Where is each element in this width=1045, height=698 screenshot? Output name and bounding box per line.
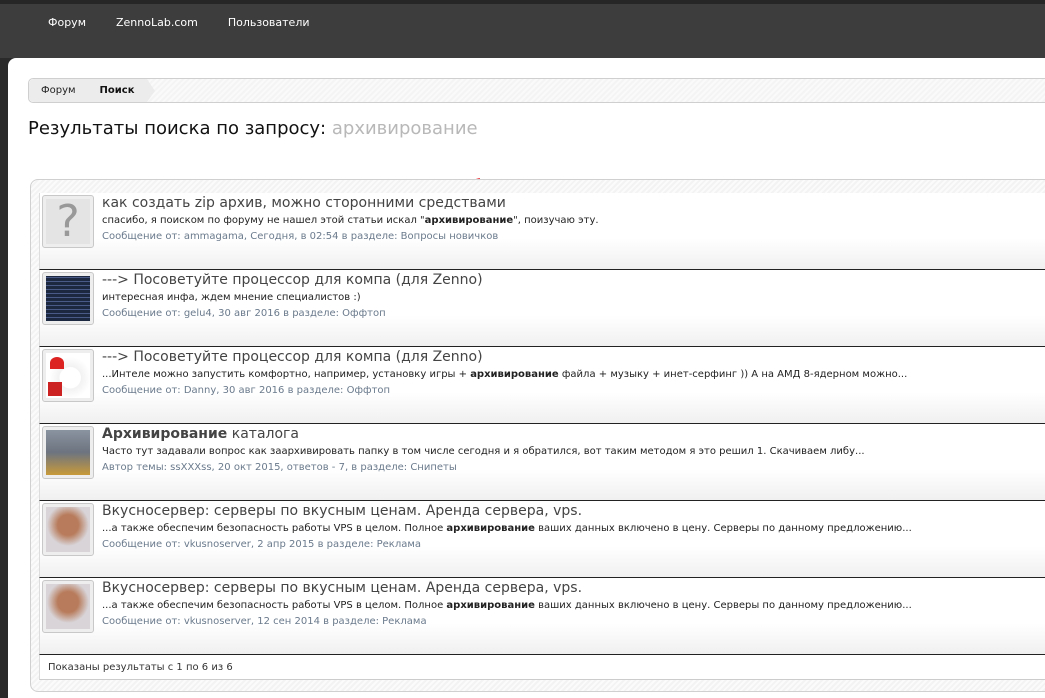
result-title[interactable]: ---> Посоветуйте процессор для компа (дл…	[102, 272, 483, 288]
breadcrumb: Форум Поиск	[28, 78, 1045, 103]
breadcrumb-forum[interactable]: Форум	[29, 79, 100, 102]
snippet-highlight: архивирование	[446, 523, 535, 534]
result-title[interactable]: Вкусносервер: серверы по вкусным ценам. …	[102, 503, 912, 519]
nav-forum[interactable]: Форум	[48, 16, 86, 29]
result-row: Вкусносервер: серверы по вкусным ценам. …	[39, 501, 1045, 578]
search-query: архивирование	[331, 118, 478, 139]
snippet-text: интересная инфа, ждем мнение специалисто…	[102, 292, 361, 303]
snippet-text: ваших данных включено в цену. Серверы по…	[534, 523, 912, 534]
result-title[interactable]: Вкусносервер: серверы по вкусным ценам. …	[102, 580, 912, 596]
result-snippet: Часто тут задавали вопрос как заархивиро…	[102, 446, 865, 457]
result-row: ---> Посоветуйте процессор для компа (дл…	[39, 347, 1045, 424]
content-panel: Форум Поиск Результаты поиска по запросу…	[8, 58, 1045, 698]
snippet-highlight: архивирование	[470, 369, 559, 380]
result-meta: Сообщение от: Danny, 30 авг 2016 в разде…	[102, 385, 391, 396]
result-meta: Сообщение от: ammagama, Сегодня, в 02:54…	[102, 231, 499, 242]
result-title[interactable]: Архивирование каталога	[102, 426, 865, 442]
title-text: ---> Посоветуйте процессор для компа (дл…	[102, 272, 483, 288]
result-title[interactable]: как создать zip архив, можно сторонними …	[102, 195, 599, 211]
result-meta: Автор темы: ssXXXss, 20 окт 2015, ответо…	[102, 462, 457, 473]
snippet-text: спасибо, я поиском по форуму не нашел эт…	[102, 215, 425, 226]
breadcrumb-search[interactable]: Поиск	[91, 79, 155, 102]
page-title: Результаты поиска по запросу: архивирова…	[28, 118, 478, 139]
title-text: как создать zip архив, можно сторонними …	[102, 195, 506, 211]
result-meta: Сообщение от: gelu4, 30 авг 2016 в разде…	[102, 308, 386, 319]
result-row: Архивирование каталога Часто тут задавал…	[39, 424, 1045, 501]
snippet-highlight: архивирование	[446, 600, 535, 611]
results-count: Показаны результаты с 1 по 6 из 6	[39, 655, 1045, 680]
puppy-avatar[interactable]	[42, 349, 94, 402]
search-results: ? как создать zip архив, можно сторонним…	[30, 179, 1045, 692]
title-text: ---> Посоветуйте процессор для компа (дл…	[102, 349, 483, 365]
title-text: каталога	[227, 426, 299, 442]
snippet-text: файла + музыку + инет-серфинг )) А на АМ…	[558, 369, 908, 380]
snippet-text: ", поизучаю эту.	[513, 215, 599, 226]
result-meta: Сообщение от: vkusnoserver, 2 апр 2015 в…	[102, 539, 422, 550]
result-meta: Сообщение от: vkusnoserver, 12 сен 2014 …	[102, 616, 427, 627]
snippet-text: ...а также обеспечим безопасность работы…	[102, 523, 447, 534]
result-snippet: ...а также обеспечим безопасность работы…	[102, 600, 912, 611]
result-snippet: ...а также обеспечим безопасность работы…	[102, 523, 912, 534]
top-navigation: Форум ZennoLab.com Пользователи	[0, 0, 1045, 58]
snippet-text: ...Интеле можно запустить комфортно, нап…	[102, 369, 471, 380]
matrix-avatar[interactable]	[42, 272, 94, 325]
nav-users[interactable]: Пользователи	[228, 16, 310, 29]
snippet-text: ваших данных включено в цену. Серверы по…	[534, 600, 912, 611]
snippet-text: Часто тут задавали вопрос как заархивиро…	[102, 446, 865, 457]
snippet-highlight: архивирование	[424, 215, 514, 226]
result-row: ---> Посоветуйте процессор для компа (дл…	[39, 270, 1045, 347]
sphynx-cat-avatar[interactable]	[42, 580, 94, 633]
result-snippet: интересная инфа, ждем мнение специалисто…	[102, 292, 483, 303]
title-prefix: Результаты поиска по запросу:	[28, 118, 327, 139]
nav-zennolab[interactable]: ZennoLab.com	[116, 16, 198, 29]
cat-avatar[interactable]	[42, 426, 94, 479]
sphynx-cat-avatar[interactable]	[42, 503, 94, 556]
result-title[interactable]: ---> Посоветуйте процессор для компа (дл…	[102, 349, 907, 365]
title-highlight: Архивирование	[102, 426, 228, 442]
title-text: Вкусносервер: серверы по вкусным ценам. …	[102, 580, 583, 596]
snippet-text: ...а также обеспечим безопасность работы…	[102, 600, 447, 611]
result-row: Вкусносервер: серверы по вкусным ценам. …	[39, 578, 1045, 655]
result-snippet: ...Интеле можно запустить комфортно, нап…	[102, 369, 907, 380]
result-row: ? как создать zip архив, можно сторонним…	[39, 193, 1045, 270]
question-mark-avatar[interactable]: ?	[42, 195, 94, 248]
title-text: Вкусносервер: серверы по вкусным ценам. …	[102, 503, 583, 519]
result-snippet: спасибо, я поиском по форуму не нашел эт…	[102, 215, 599, 226]
